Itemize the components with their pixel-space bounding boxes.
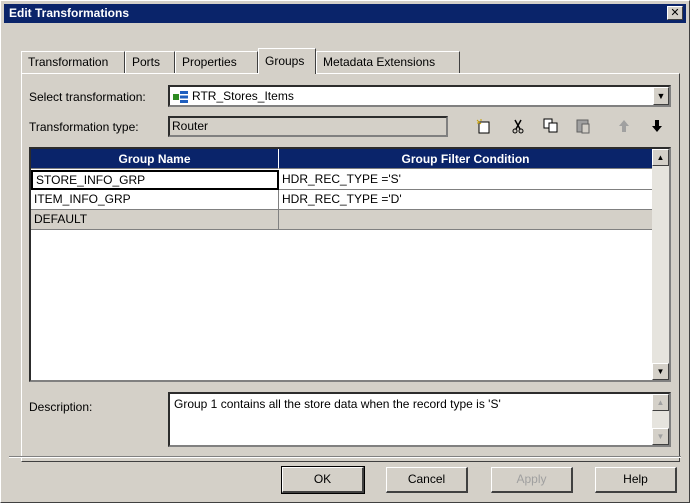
description-field[interactable]: Group 1 contains all the store data when… <box>168 392 671 447</box>
select-transformation-dropdown[interactable]: RTR_Stores_Items ▼ <box>168 85 671 107</box>
tab-properties[interactable]: Properties <box>175 51 258 73</box>
group-name-cell[interactable]: DEFAULT <box>31 210 279 230</box>
group-filter-cell[interactable] <box>279 210 653 230</box>
new-group-icon[interactable] <box>474 118 494 136</box>
scroll-up-icon[interactable]: ▲ <box>652 149 669 166</box>
help-button[interactable]: Help <box>595 467 677 493</box>
router-transformation-icon <box>173 91 189 103</box>
tab-metadata-extensions[interactable]: Metadata Extensions <box>316 51 460 73</box>
scroll-up-icon[interactable]: ▲ <box>652 394 669 411</box>
ok-button[interactable]: OK <box>281 466 365 494</box>
scroll-down-icon[interactable]: ▼ <box>652 363 669 380</box>
apply-button[interactable]: Apply <box>491 467 573 493</box>
title-bar: Edit Transformations ✕ <box>4 4 686 23</box>
copy-icon[interactable] <box>541 118 561 136</box>
group-filter-cell[interactable]: HDR_REC_TYPE ='S' <box>279 170 653 190</box>
move-up-icon[interactable] <box>614 118 634 136</box>
select-transformation-value: RTR_Stores_Items <box>192 89 294 103</box>
edit-transformations-dialog: Edit Transformations ✕ Transformation Po… <box>0 0 690 503</box>
description-scrollbar[interactable]: ▲ ▼ <box>652 394 669 445</box>
paste-icon[interactable] <box>573 118 593 136</box>
group-name-cell[interactable]: STORE_INFO_GRP <box>31 170 279 190</box>
tab-transformation[interactable]: Transformation <box>21 51 125 73</box>
description-text: Group 1 contains all the store data when… <box>174 397 501 411</box>
separator <box>9 456 681 458</box>
select-transformation-label: Select transformation: <box>29 90 146 104</box>
tab-groups[interactable]: Groups <box>258 48 316 74</box>
grid-vertical-scrollbar[interactable]: ▲ ▼ <box>652 149 669 380</box>
move-down-icon[interactable] <box>647 118 667 136</box>
cancel-button[interactable]: Cancel <box>386 467 468 493</box>
transformation-type-field: Router <box>168 116 448 137</box>
groups-grid[interactable]: Group Name Group Filter Condition STORE_… <box>29 147 671 382</box>
scroll-down-icon[interactable]: ▼ <box>652 428 669 445</box>
close-icon[interactable]: ✕ <box>667 6 683 20</box>
chevron-down-icon[interactable]: ▼ <box>653 87 669 105</box>
dialog-title: Edit Transformations <box>9 6 130 20</box>
group-name-cell[interactable]: ITEM_INFO_GRP <box>31 190 279 210</box>
column-header-group-name[interactable]: Group Name <box>31 149 279 169</box>
column-header-group-filter-condition[interactable]: Group Filter Condition <box>279 149 653 169</box>
tab-ports[interactable]: Ports <box>125 51 175 73</box>
cut-icon[interactable] <box>508 118 528 136</box>
group-filter-cell[interactable]: HDR_REC_TYPE ='D' <box>279 190 653 210</box>
transformation-type-label: Transformation type: <box>29 120 139 134</box>
description-label: Description: <box>29 400 93 414</box>
